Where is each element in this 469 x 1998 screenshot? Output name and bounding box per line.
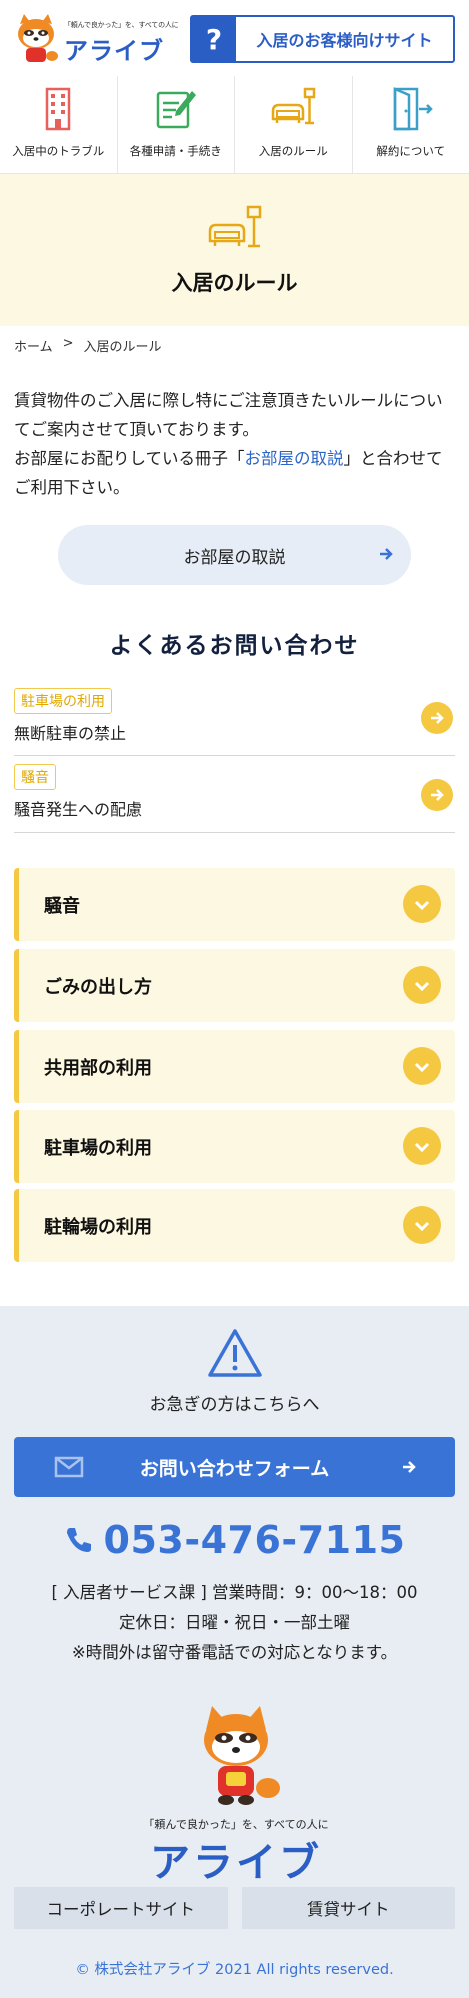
- chevron-down-icon: [403, 1127, 441, 1165]
- accordion-label: 共用部の利用: [44, 1057, 152, 1079]
- nav-item-trouble[interactable]: 入居中のトラブル: [0, 76, 118, 173]
- nav-item-cancellation[interactable]: 解約について: [353, 76, 469, 173]
- faq-text: 騒音発生への配慮: [14, 800, 143, 819]
- corporate-site-link[interactable]: コーポレートサイト: [14, 1887, 228, 1929]
- faq-arrow-icon: [421, 779, 453, 811]
- arrow-right-icon: [403, 1461, 416, 1473]
- room-guide-button[interactable]: お部屋の取説: [58, 525, 411, 585]
- site-logo[interactable]: 「頼んで良かった」を、すべての人に アライブ: [12, 12, 179, 65]
- tenant-site-label: 入居のお客様向けサイト: [256, 31, 433, 50]
- guide-link[interactable]: お部屋の取説: [245, 449, 344, 468]
- tenant-site-button[interactable]: ? 入居のお客様向けサイト: [190, 15, 455, 63]
- footer-logo-name: アライブ: [150, 1840, 322, 1886]
- breadcrumb-current: 入居のルール: [83, 340, 162, 355]
- business-hours: [ 入居者サービス課 ] 営業時間：9：00～18：00 定休日：日曜・祝日・一…: [0, 1578, 469, 1668]
- phone-icon: [66, 1528, 91, 1552]
- logo-name: アライブ: [64, 37, 164, 65]
- rental-site-link[interactable]: 賃貸サイト: [241, 1887, 455, 1929]
- sofa-lamp-icon: [208, 205, 261, 248]
- question-icon: ?: [192, 17, 236, 61]
- faq-item[interactable]: 騒音 騒音発生への配慮: [14, 764, 455, 833]
- breadcrumb-separator: >: [62, 336, 74, 351]
- accordion-label: 騒音: [44, 895, 80, 917]
- faq-title: よくあるお問い合わせ: [109, 633, 360, 659]
- page-title: 入居のルール: [171, 271, 298, 295]
- hours-line-3: ※時間外は留守番電話での対応となります。: [71, 1643, 398, 1662]
- chevron-down-icon: [403, 885, 441, 923]
- faq-item[interactable]: 駐車場の利用 無断駐車の禁止: [14, 688, 455, 756]
- accordion-item-common-area[interactable]: 共用部の利用: [14, 1030, 455, 1103]
- nav-label-trouble: 入居中のトラブル: [12, 144, 105, 158]
- faq-text: 無断駐車の禁止: [14, 724, 127, 743]
- faq-arrow-icon: [421, 702, 453, 734]
- hours-line-1: [ 入居者サービス課 ] 営業時間：9：00～18：00: [51, 1583, 418, 1602]
- phone-number-text: 053-476-7115: [103, 1518, 406, 1562]
- accordion-item-noise[interactable]: 騒音: [14, 868, 455, 941]
- building-icon: [46, 87, 71, 131]
- copyright: © 株式会社アライブ 2021 All rights reserved.: [75, 1962, 394, 1978]
- chevron-down-icon: [403, 1206, 441, 1244]
- form-pen-icon: [156, 91, 196, 129]
- page-hero: 入居のルール: [0, 174, 469, 326]
- sofa-lamp-icon: [272, 87, 316, 125]
- site-header: 「頼んで良かった」を、すべての人に アライブ ? 入居のお客様向けサイト: [0, 0, 469, 76]
- logo-tagline: 「頼んで良かった」を、すべての人に: [64, 21, 179, 29]
- nav-label-cancellation: 解約について: [376, 144, 446, 158]
- room-guide-label: お部屋の取説: [183, 547, 286, 568]
- nav-label-rules: 入居のルール: [258, 144, 328, 158]
- raccoon-mascot-icon: [204, 1706, 280, 1805]
- phone-number[interactable]: 053-476-7115: [0, 1518, 469, 1562]
- arrow-right-icon: [380, 548, 393, 560]
- accordion-item-parking[interactable]: 駐車場の利用: [14, 1110, 455, 1183]
- nav-item-procedures[interactable]: 各種申請・手続き: [118, 76, 235, 173]
- intro-text: 賃貸物件のご入居に際し特にご注意頂きたいルールについてご案内させて頂いております…: [14, 386, 458, 502]
- accordion-item-bicycle[interactable]: 駐輪場の利用: [14, 1189, 455, 1262]
- raccoon-mascot-icon: [18, 14, 58, 62]
- contact-section: お急ぎの方はこちらへ お問い合わせフォーム 053-476-7115 [ 入居者…: [0, 1306, 469, 1998]
- warning-icon: [208, 1329, 262, 1377]
- chevron-down-icon: [403, 1047, 441, 1085]
- contact-form-button[interactable]: お問い合わせフォーム: [14, 1437, 455, 1497]
- mail-icon: [54, 1456, 84, 1478]
- faq-tag: 駐車場の利用: [14, 688, 112, 714]
- accordion-label: 駐輪場の利用: [44, 1216, 152, 1238]
- footer-links: コーポレートサイト 賃貸サイト: [14, 1887, 455, 1929]
- chevron-down-icon: [403, 966, 441, 1004]
- door-exit-icon: [393, 87, 433, 131]
- accordion-label: 駐車場の利用: [44, 1137, 152, 1159]
- accordion-label: ごみの出し方: [44, 976, 152, 998]
- hours-line-2: 定休日：日曜・祝日・一部土曜: [119, 1613, 350, 1632]
- accordion-item-garbage[interactable]: ごみの出し方: [14, 949, 455, 1022]
- nav-item-rules[interactable]: 入居のルール: [235, 76, 353, 173]
- faq-tag: 騒音: [14, 764, 56, 790]
- intro-line-2-before: お部屋にお配りしている冊子「: [14, 449, 245, 468]
- nav-label-procedures: 各種申請・手続き: [129, 144, 222, 158]
- contact-form-label: お問い合わせフォーム: [139, 1457, 330, 1480]
- breadcrumb: ホーム > 入居のルール: [14, 336, 162, 355]
- urgent-text: お急ぎの方はこちらへ: [149, 1395, 320, 1415]
- intro-line-2: お部屋にお配りしている冊子「お部屋の取説」と合わせてご利用下さい。: [14, 444, 458, 502]
- footer-logo[interactable]: 「頼んで良かった」を、すべての人に アライブ: [136, 1702, 336, 1886]
- intro-line-1: 賃貸物件のご入居に際し特にご注意頂きたいルールについてご案内させて頂いております…: [14, 391, 443, 439]
- top-nav: 入居中のトラブル 各種申請・手続き 入居のルール 解約について: [0, 76, 469, 174]
- breadcrumb-home[interactable]: ホーム: [14, 336, 53, 355]
